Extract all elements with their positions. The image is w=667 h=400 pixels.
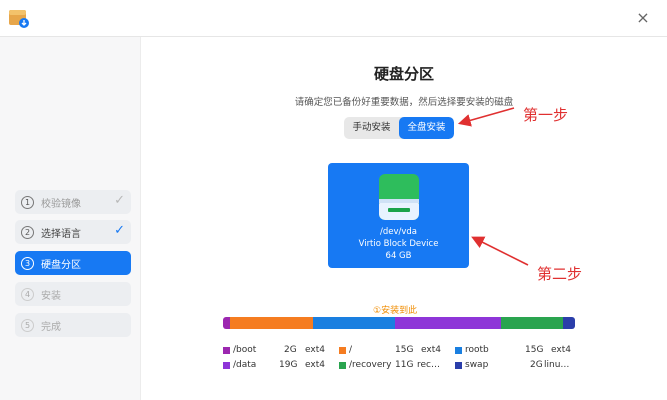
legend-name: swap [465,360,489,370]
legend-size: 11G [395,360,414,370]
legend-swatch [455,361,462,369]
disk-model: Virtio Block Device [358,239,439,249]
partition-segment [395,317,502,329]
legend-name: / [349,345,353,355]
install-here-marker: ①安装到此 [373,306,418,316]
close-icon: × [636,8,650,27]
check-icon: ✓ [114,193,125,208]
step-install: 4 安装 [15,282,131,306]
legend-fs: ext4 [305,360,325,370]
legend-size: 15G [395,345,414,355]
page-title: 硬盘分区 [373,65,434,83]
title-bar: × [0,0,667,37]
legend-swatch [455,346,462,354]
legend-size: 15G [525,345,544,355]
step-disk-partition: 3 硬盘分区 [15,251,131,275]
legend-item-boot: /boot [223,345,256,355]
partition-segment [223,317,231,329]
install-mode-switch: 手动安装 全盘安装 [344,117,454,139]
legend-name: rootb [465,345,489,355]
hard-disk-icon [379,174,419,220]
partition-segment [230,317,313,329]
page-subtitle: 请确定您已备份好重要数据，然后选择要安装的磁盘 [294,97,514,108]
partition-segment [312,317,396,329]
legend-size: 2G [530,360,543,370]
check-icon: ✓ [114,223,125,238]
legend-item-data: /data [223,360,256,370]
disk-card-vda[interactable]: /dev/vda Virtio Block Device 64 GB [328,163,469,268]
legend-item-swap: swap [455,360,488,370]
step-finish: 5 完成 [15,313,131,337]
legend-size: 19G [279,360,298,370]
legend-name: /recovery [349,360,392,370]
step-verify-image: 1 校验镜像 ✓ [15,190,131,214]
full-disk-install-tab[interactable]: 全盘安装 [399,117,454,139]
legend-item-root: / [339,345,352,355]
partition-segment [501,317,563,329]
annotation-step-one: 第一步 [523,106,569,124]
step-number: 4 [21,287,34,301]
partition-segment [562,317,575,329]
annotation-step-two: 第二步 [537,265,583,283]
step-label: 校验镜像 [41,198,81,210]
legend-fs: ext4 [305,345,325,355]
disk-path: /dev/vda [379,227,418,237]
step-select-language: 2 选择语言 ✓ [15,220,131,244]
step-number: 3 [21,256,34,270]
step-label: 选择语言 [41,228,81,240]
legend-item-rootb: rootb [455,345,489,355]
step-number: 5 [21,318,34,332]
legend-size: 2G [284,345,297,355]
partition-bar [223,317,575,329]
legend-fs: ext4 [551,345,571,355]
legend-swatch [223,361,230,369]
step-number: 1 [21,195,34,209]
legend-item-recovery: /recovery [339,360,391,370]
main-panel: 硬盘分区 请确定您已备份好重要数据，然后选择要安装的磁盘 手动安装 全盘安装 /… [141,37,667,400]
legend-fs: rec… [417,360,440,370]
close-button[interactable]: × [633,8,653,28]
legend-fs: linu… [544,360,570,370]
manual-install-tab[interactable]: 手动安装 [344,117,399,139]
legend-name: /boot [233,345,257,355]
steps-sidebar: 1 校验镜像 ✓ 2 选择语言 ✓ 3 硬盘分区 4 安装 5 完成 [0,37,141,400]
legend-swatch [339,361,346,369]
legend-swatch [339,346,346,354]
step-label: 安装 [41,290,61,302]
installer-app-icon [9,10,29,28]
legend-name: /data [233,360,257,370]
step-label: 硬盘分区 [41,259,81,271]
step-label: 完成 [41,321,61,333]
legend-fs: ext4 [421,345,441,355]
step-number: 2 [21,225,34,239]
legend-swatch [223,346,230,354]
disk-size: 64 GB [385,251,412,261]
